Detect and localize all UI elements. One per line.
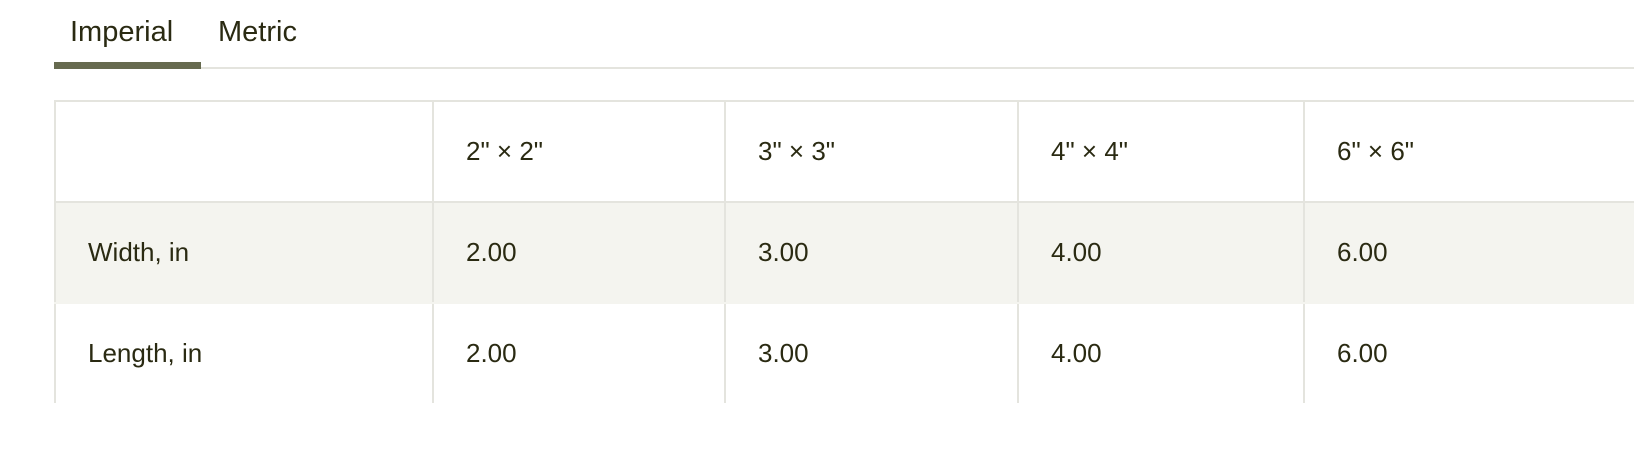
size-table-container: 2" × 2" 3" × 3" 4" × 4" 6" × 6" Width, i… [54,100,1634,403]
unit-tabs: Imperial Metric [54,0,1634,69]
table-cell: 2.00 [432,201,726,304]
row-label: Length, in [54,302,434,403]
table-cell: 4.00 [1017,302,1305,403]
table-cell: 6.00 [1303,201,1634,304]
table-header-cell: 3" × 3" [724,100,1019,203]
tabs-divider [54,67,1634,69]
table-cell: 3.00 [724,302,1019,403]
table-row: Length, in 2.00 3.00 4.00 6.00 [54,302,1634,403]
active-tab-indicator [54,62,201,69]
table-header-cell: 4" × 4" [1017,100,1305,203]
table-cell: 3.00 [724,201,1019,304]
table-cell: 2.00 [432,302,726,403]
table-cell: 4.00 [1017,201,1305,304]
table-header-cell: 6" × 6" [1303,100,1634,203]
table-header-cell [54,100,434,203]
row-label: Width, in [54,201,434,304]
tab-metric[interactable]: Metric [218,12,297,52]
tab-imperial[interactable]: Imperial [70,12,173,52]
table-header-cell: 2" × 2" [432,100,726,203]
table-header-row: 2" × 2" 3" × 3" 4" × 4" 6" × 6" [54,100,1634,203]
size-table: 2" × 2" 3" × 3" 4" × 4" 6" × 6" Width, i… [54,100,1634,403]
table-cell: 6.00 [1303,302,1634,403]
table-row: Width, in 2.00 3.00 4.00 6.00 [54,201,1634,304]
